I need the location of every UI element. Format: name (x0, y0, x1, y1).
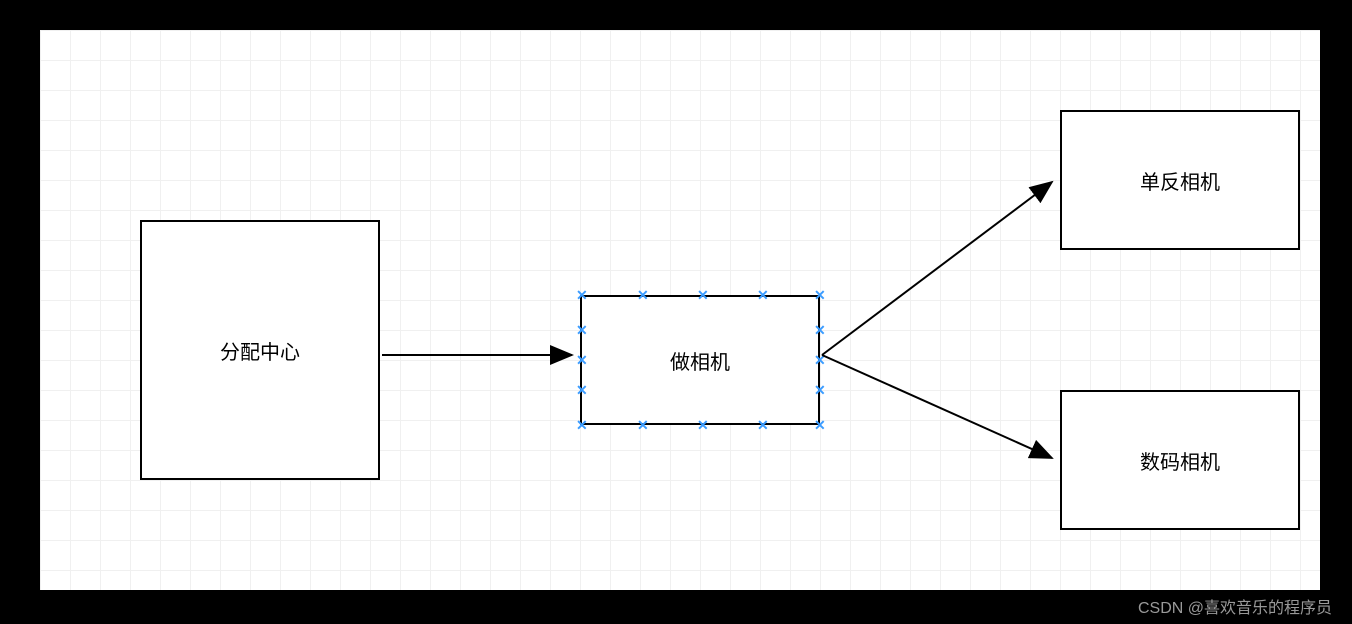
selection-handle-icon[interactable]: ✕ (697, 290, 707, 300)
selection-handle-icon[interactable]: ✕ (637, 420, 647, 430)
selection-handle-icon[interactable]: ✕ (576, 325, 586, 335)
selection-handle-icon[interactable]: ✕ (637, 290, 647, 300)
selection-handle-icon[interactable]: ✕ (757, 290, 767, 300)
node-make-camera[interactable]: 做相机 ✕ ✕ ✕ ✕ ✕ ✕ ✕ ✕ ✕ ✕ ✕ ✕ ✕ ✕ ✕ ✕ (580, 295, 820, 425)
selection-handle-icon[interactable]: ✕ (814, 290, 824, 300)
selection-handle-icon[interactable]: ✕ (814, 355, 824, 365)
selection-handle-icon[interactable]: ✕ (757, 420, 767, 430)
selection-handle-icon[interactable]: ✕ (576, 420, 586, 430)
watermark-text: CSDN @喜欢音乐的程序员 (1138, 594, 1332, 618)
node-digital-camera[interactable]: 数码相机 (1060, 390, 1300, 530)
node-slr-camera[interactable]: 单反相机 (1060, 110, 1300, 250)
edge-make-to-slr[interactable] (822, 182, 1052, 355)
node-label: 数码相机 (1140, 446, 1220, 475)
node-label: 单反相机 (1140, 166, 1220, 195)
selection-handle-icon[interactable]: ✕ (814, 325, 824, 335)
node-label: 做相机 (670, 346, 730, 375)
selection-handle-icon[interactable]: ✕ (576, 290, 586, 300)
selection-handle-icon[interactable]: ✕ (697, 420, 707, 430)
diagram-canvas[interactable]: 分配中心 做相机 ✕ ✕ ✕ ✕ ✕ ✕ ✕ ✕ ✕ ✕ ✕ ✕ ✕ ✕ ✕ ✕… (40, 30, 1320, 590)
edge-make-to-digital[interactable] (822, 355, 1052, 458)
selection-handle-icon[interactable]: ✕ (814, 420, 824, 430)
selection-handle-icon[interactable]: ✕ (814, 385, 824, 395)
node-distribution-center[interactable]: 分配中心 (140, 220, 380, 480)
selection-handle-icon[interactable]: ✕ (576, 355, 586, 365)
node-label: 分配中心 (220, 336, 300, 365)
selection-handle-icon[interactable]: ✕ (576, 385, 586, 395)
